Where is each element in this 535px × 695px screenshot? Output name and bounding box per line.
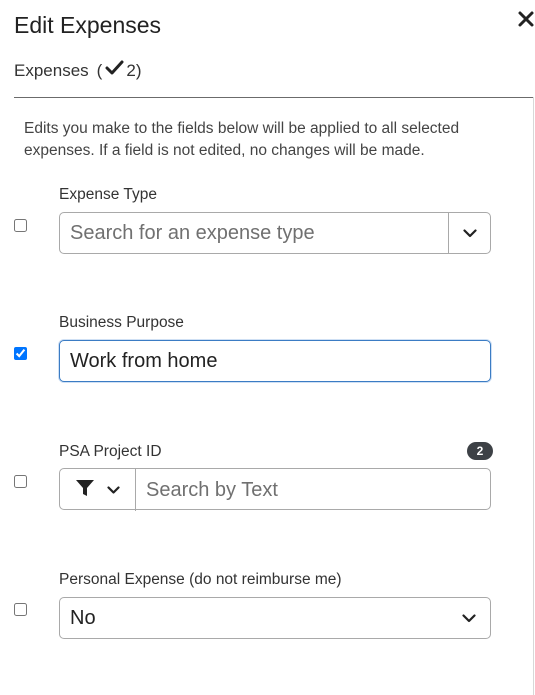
expense-type-label: Expense Type [59,186,157,203]
filter-divider [135,469,136,511]
chevron-down-icon [462,610,476,628]
psa-project-checkbox[interactable] [14,475,27,488]
checkmark-icon [105,60,124,81]
expense-type-combobox[interactable] [59,212,491,254]
expenses-summary: Expenses (2) [14,60,141,81]
psa-project-input[interactable] [146,469,476,511]
psa-project-search[interactable] [59,468,491,511]
expense-type-checkbox[interactable] [14,219,27,232]
personal-expense-checkbox[interactable] [14,603,27,616]
business-purpose-label: Business Purpose [59,314,184,331]
scroll-edge [533,97,534,695]
psa-project-label: PSA Project ID [59,443,162,460]
dialog-title: Edit Expenses [14,12,162,38]
selected-count: (2) [96,60,142,81]
business-purpose-checkbox[interactable] [14,347,27,360]
business-purpose-field[interactable] [59,340,491,382]
expense-type-input[interactable] [70,213,440,253]
header-divider [14,97,534,98]
filter-icon [75,479,95,502]
psa-project-count-badge: 2 [467,442,493,460]
chevron-down-icon[interactable] [449,213,491,253]
personal-expense-select[interactable]: No [59,597,491,639]
filter-dropdown-button[interactable] [60,469,135,511]
chevron-down-icon [107,481,120,499]
intro-text: Edits you make to the fields below will … [24,120,460,159]
business-purpose-input[interactable] [70,341,480,381]
personal-expense-value: No [70,607,96,629]
close-icon[interactable] [516,9,535,29]
selected-count-value: 2 [126,60,136,80]
personal-expense-label: Personal Expense (do not reimburse me) [59,571,342,588]
expenses-label: Expenses [14,60,89,80]
